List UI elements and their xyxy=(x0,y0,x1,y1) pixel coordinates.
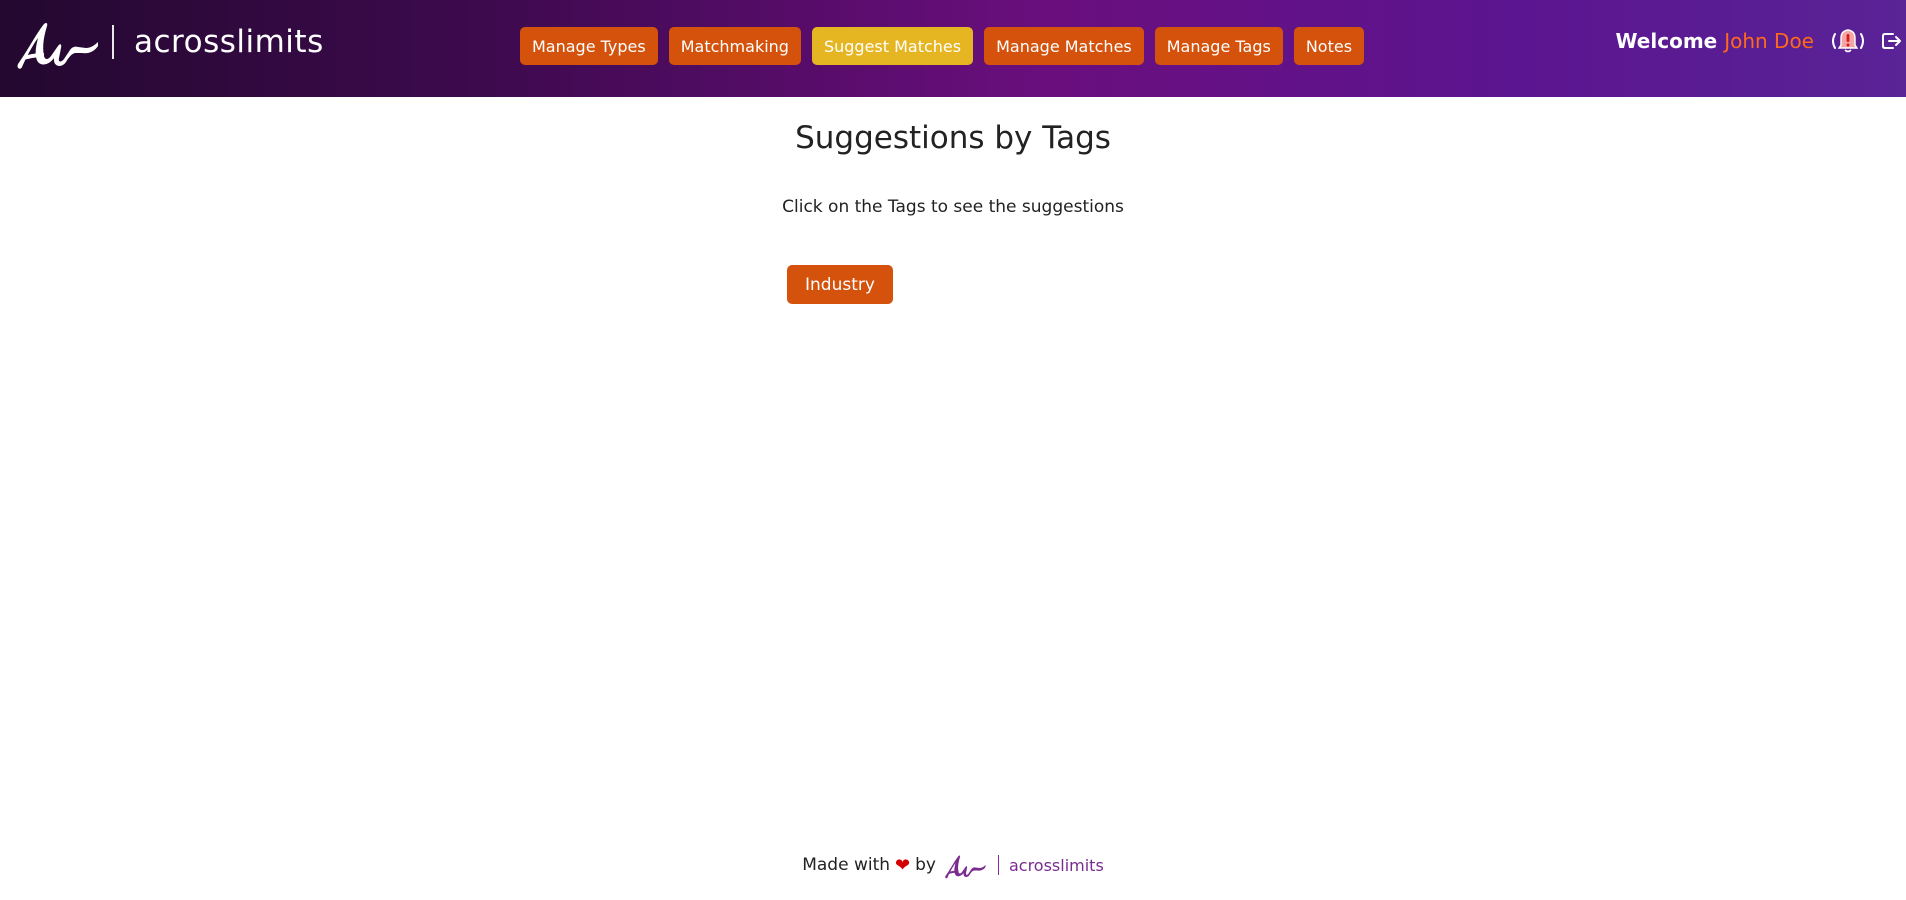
footer-divider xyxy=(997,855,999,875)
brand-logo[interactable]: acrosslimits xyxy=(14,12,324,72)
footer: Made with ❤ by acrosslimits xyxy=(0,850,1906,880)
brand-divider xyxy=(112,25,114,59)
page-subtitle: Click on the Tags to see the suggestions xyxy=(782,197,1124,217)
footer-brand-name: acrosslimits xyxy=(1008,855,1104,875)
nav-manage-tags-button[interactable]: Manage Tags xyxy=(1154,27,1283,65)
footer-by: by xyxy=(915,855,936,875)
nav-manage-types-button[interactable]: Manage Types xyxy=(520,27,658,65)
welcome-label: Welcome xyxy=(1615,29,1718,53)
tag-industry-button[interactable]: Industry xyxy=(787,265,893,304)
page-title: Suggestions by Tags xyxy=(795,120,1111,156)
nav-notes-button[interactable]: Notes xyxy=(1293,27,1365,65)
nav-matchmaking-button[interactable]: Matchmaking xyxy=(668,27,801,65)
footer-made-with: Made with xyxy=(802,855,891,875)
alert-bell-icon[interactable] xyxy=(1830,25,1866,57)
nav-manage-matches-button[interactable]: Manage Matches xyxy=(984,27,1144,65)
user-name: John Doe xyxy=(1724,29,1814,53)
main-nav: Manage Types Matchmaking Suggest Matches… xyxy=(520,27,1365,65)
brand-name: acrosslimits xyxy=(134,24,324,60)
logout-icon[interactable] xyxy=(1880,30,1902,52)
welcome-text: Welcome John Doe xyxy=(1615,29,1814,53)
user-area: Welcome John Doe xyxy=(1615,24,1906,58)
footer-logo-icon[interactable] xyxy=(942,850,988,880)
ar-script-logo-icon xyxy=(17,22,98,69)
heart-icon: ❤ xyxy=(895,854,911,876)
nav-suggest-matches-button[interactable]: Suggest Matches xyxy=(811,27,974,65)
top-navbar: acrosslimits Manage Types Matchmaking Su… xyxy=(0,0,1906,97)
